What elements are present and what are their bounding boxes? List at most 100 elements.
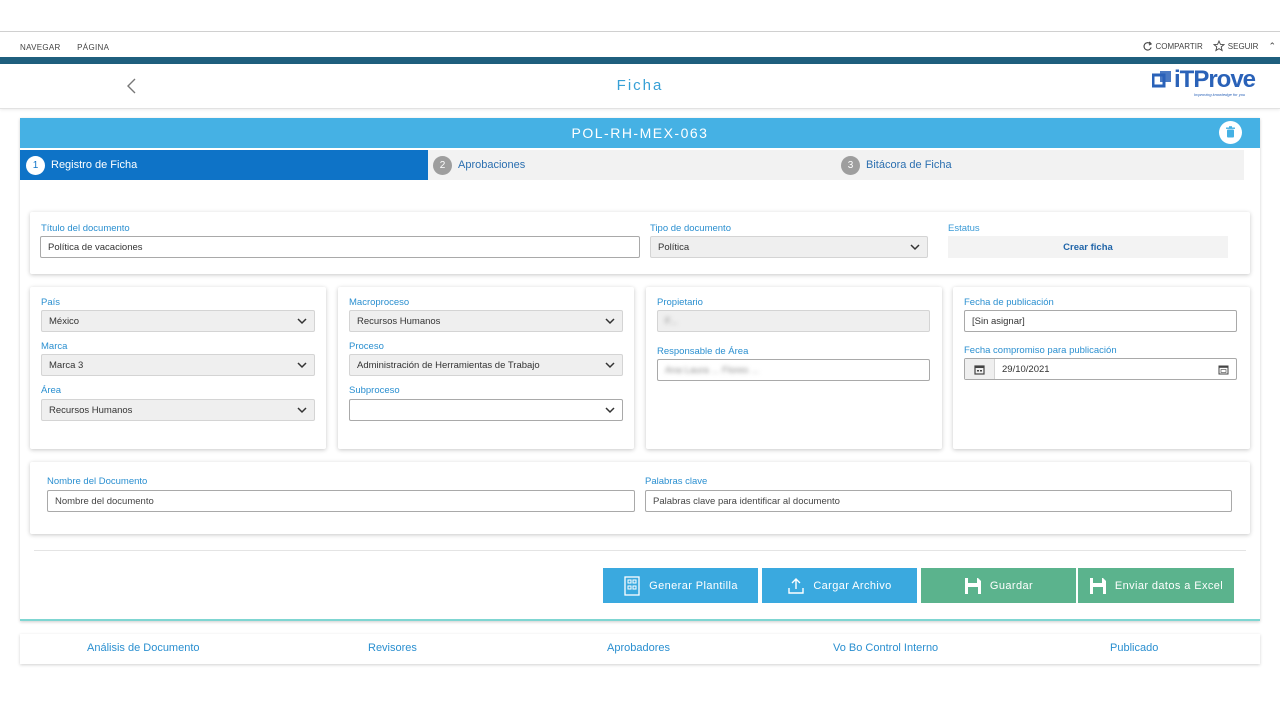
tab-aprobaciones[interactable]: 2 Aprobaciones <box>433 150 833 180</box>
trash-icon <box>1226 126 1235 138</box>
tab-step-number: 1 <box>26 155 45 175</box>
type-value: Política <box>658 241 690 253</box>
owner-value: F... <box>665 315 678 327</box>
generate-template-label: Generar Plantilla <box>649 579 738 592</box>
macroprocess-select[interactable]: Recursos Humanos <box>349 310 623 332</box>
commit-date-value: 29/10/2021 <box>1002 363 1050 375</box>
tab-label: Registro de Ficha <box>51 159 138 171</box>
keywords-input[interactable]: Palabras clave para identificar al docum… <box>645 490 1232 512</box>
suite-bar: NAVEGAR PÁGINA COMPARTIR SEGUIR ⌃ <box>0 31 1280 57</box>
commit-date-picker[interactable]: 29/10/2021 <box>964 358 1237 380</box>
keywords-label: Palabras clave <box>645 476 708 487</box>
status-badge: Crear ficha <box>948 236 1228 258</box>
generate-template-button[interactable]: Generar Plantilla <box>603 568 758 603</box>
record-code: POL-RH-MEX-063 <box>571 125 709 141</box>
share-label: COMPARTIR <box>1155 41 1203 51</box>
logo-mark-icon <box>1152 71 1171 88</box>
workflow-step-aprobadores[interactable]: Aprobadores <box>607 642 670 654</box>
share-button[interactable]: COMPARTIR <box>1142 41 1203 52</box>
itprove-logo: iTProve Improving knowledge for you <box>1152 66 1256 97</box>
page-header: Ficha iTProve Improving knowledge for yo… <box>0 64 1280 109</box>
export-excel-label: Enviar datos a Excel <box>1114 579 1224 592</box>
chevron-down-icon <box>605 318 615 325</box>
nav-link[interactable]: NAVEGAR <box>20 43 61 52</box>
page-title: Ficha <box>616 77 664 94</box>
workflow-step-vobo[interactable]: Vo Bo Control Interno <box>833 642 938 654</box>
responsible-input[interactable]: Ana Laura ... Flores ... <box>657 359 930 381</box>
publish-date-field[interactable]: [Sin asignar] <box>964 310 1237 332</box>
title-label: Título del documento <box>41 223 130 234</box>
star-icon <box>1212 40 1225 52</box>
template-icon <box>624 575 640 596</box>
chevron-down-icon <box>297 407 307 414</box>
doc-name-label: Nombre del Documento <box>47 476 148 487</box>
owner-label: Propietario <box>657 297 703 308</box>
general-panel: Título del documento Política de vacacio… <box>30 212 1250 274</box>
title-input[interactable]: Política de vacaciones <box>40 236 640 258</box>
record-code-bar: POL-RH-MEX-063 <box>20 118 1260 148</box>
responsible-label: Responsable de Área <box>657 346 749 357</box>
publish-date-value: [Sin asignar] <box>972 315 1025 327</box>
area-label: Área <box>41 385 62 396</box>
doc-name-input[interactable]: Nombre del documento <box>47 490 635 512</box>
country-select[interactable]: México <box>41 310 315 332</box>
save-icon <box>1089 577 1106 594</box>
owner-field: F... <box>657 310 930 332</box>
record-card: POL-RH-MEX-063 1 Registro de Ficha 2 Apr… <box>20 118 1260 621</box>
brand-select[interactable]: Marca 3 <box>41 354 315 376</box>
follow-button[interactable]: SEGUIR <box>1212 40 1259 52</box>
delete-button[interactable] <box>1219 121 1242 144</box>
commit-date-label: Fecha compromiso para publicación <box>964 345 1117 356</box>
country-value: México <box>49 315 80 327</box>
calendar-small-icon[interactable] <box>1218 364 1229 375</box>
chevron-down-icon <box>297 318 307 325</box>
type-label: Tipo de documento <box>650 223 731 234</box>
brand-band <box>0 57 1280 64</box>
process-panel: Macroproceso Recursos Humanos Proceso Ad… <box>338 287 634 449</box>
type-select[interactable]: Política <box>650 236 928 258</box>
area-value: Recursos Humanos <box>49 404 133 416</box>
workflow-bar: Análisis de Documento Revisores Aprobado… <box>20 634 1260 664</box>
status-label: Estatus <box>948 223 980 234</box>
upload-file-button[interactable]: Cargar Archivo <box>762 568 917 603</box>
country-label: País <box>41 297 61 308</box>
area-select[interactable]: Recursos Humanos <box>41 399 315 421</box>
upload-icon <box>788 577 805 594</box>
workflow-step-publicado[interactable]: Publicado <box>1110 642 1158 654</box>
tab-label: Bitácora de Ficha <box>866 159 952 171</box>
tab-label: Aprobaciones <box>458 159 526 171</box>
chevron-down-icon <box>605 407 615 414</box>
responsible-value: Ana Laura ... Flores ... <box>665 364 759 376</box>
process-select[interactable]: Administración de Herramientas de Trabaj… <box>349 354 623 376</box>
save-icon <box>964 577 981 594</box>
record-tabs: 1 Registro de Ficha 2 Aprobaciones 3 Bit… <box>20 150 1244 180</box>
save-button[interactable]: Guardar <box>921 568 1076 603</box>
tab-bitacora[interactable]: 3 Bitácora de Ficha <box>841 150 1241 180</box>
upload-file-label: Cargar Archivo <box>813 579 892 592</box>
tab-step-number: 3 <box>841 155 860 175</box>
process-value: Administración de Herramientas de Trabaj… <box>357 359 540 371</box>
subprocess-label: Subproceso <box>349 385 400 396</box>
focus-icon[interactable]: ⌃ <box>1268 41 1276 52</box>
title-value: Política de vacaciones <box>48 241 143 253</box>
macroprocess-value: Recursos Humanos <box>357 315 441 327</box>
publish-date-label: Fecha de publicación <box>964 297 1054 308</box>
brand-label: Marca <box>41 341 68 352</box>
workflow-step-revisores[interactable]: Revisores <box>368 642 417 654</box>
chevron-down-icon <box>910 244 920 251</box>
macroprocess-label: Macroproceso <box>349 297 410 308</box>
calendar-icon <box>974 364 985 375</box>
share-icon <box>1143 41 1152 51</box>
page-link[interactable]: PÁGINA <box>77 43 109 52</box>
calendar-button[interactable] <box>965 359 995 379</box>
export-excel-button[interactable]: Enviar datos a Excel <box>1078 568 1234 603</box>
tab-step-number: 2 <box>433 155 452 175</box>
document-panel: Nombre del Documento Nombre del document… <box>30 462 1250 534</box>
logo-tagline: Improving knowledge for you <box>1194 92 1246 97</box>
workflow-step-analisis[interactable]: Análisis de Documento <box>87 642 200 654</box>
location-panel: País México Marca Marca 3 Área Recursos … <box>30 287 326 449</box>
follow-label: SEGUIR <box>1227 41 1259 51</box>
tab-registro[interactable]: 1 Registro de Ficha <box>20 150 428 180</box>
subprocess-select[interactable] <box>349 399 623 421</box>
chevron-down-icon <box>297 362 307 369</box>
